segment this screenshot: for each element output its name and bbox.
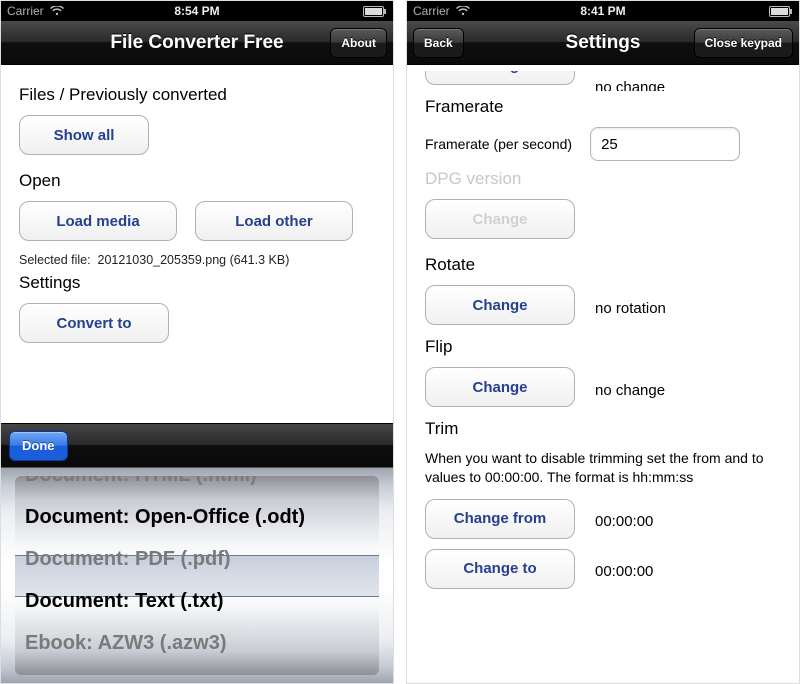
rotate-heading: Rotate <box>425 255 781 275</box>
settings-heading: Settings <box>19 273 375 293</box>
settings-content: Change no change Framerate Framerate (pe… <box>407 65 799 613</box>
close-keypad-button[interactable]: Close keypad <box>694 28 793 58</box>
show-all-button[interactable]: Show all <box>19 115 149 155</box>
value-label: no change <box>595 79 665 92</box>
framerate-heading: Framerate <box>425 97 781 117</box>
wifi-icon <box>456 6 470 16</box>
trim-to-value: 00:00:00 <box>595 563 653 580</box>
status-time: 8:41 PM <box>580 4 625 18</box>
picker-item[interactable]: Document: Open-Office (.odt) <box>15 496 379 538</box>
trim-heading: Trim <box>425 419 781 439</box>
change-button[interactable]: Change <box>425 71 575 85</box>
picker-item-selected[interactable]: Document: PDF (.pdf) <box>15 538 379 580</box>
flip-change-button[interactable]: Change <box>425 367 575 407</box>
rotate-value: no rotation <box>595 300 666 317</box>
load-other-button[interactable]: Load other <box>195 201 353 241</box>
trim-from-button[interactable]: Change from <box>425 499 575 539</box>
nav-bar: Back Settings Close keypad <box>407 21 799 65</box>
picker-item[interactable]: Document: HTML (.html) <box>15 476 379 496</box>
flip-heading: Flip <box>425 337 781 357</box>
battery-icon <box>363 6 387 17</box>
trim-help: When you want to disable trimming set th… <box>425 449 781 487</box>
picker-item[interactable]: Document: Text (.txt) <box>15 580 379 622</box>
picker-item[interactable]: Ebook: AZW3 (.azw3) <box>15 622 379 664</box>
flip-value: no change <box>595 382 665 399</box>
files-heading: Files / Previously converted <box>19 85 375 105</box>
format-picker[interactable]: Document: HTML (.html) Document: Open-Of… <box>1 467 393 683</box>
trim-from-value: 00:00:00 <box>595 513 653 530</box>
nav-bar: File Converter Free About <box>1 21 393 65</box>
rotate-change-button[interactable]: Change <box>425 285 575 325</box>
selected-file-label: Selected file: 20121030_205359.png (641.… <box>19 253 375 267</box>
screen-main: Carrier 8:54 PM File Converter Free Abou… <box>0 0 394 684</box>
status-time: 8:54 PM <box>174 4 219 18</box>
status-bar: Carrier 8:41 PM <box>407 1 799 21</box>
screen-settings: Carrier 8:41 PM Back Settings Close keyp… <box>406 0 800 684</box>
dpg-heading: DPG version <box>425 169 781 189</box>
about-button[interactable]: About <box>330 28 387 58</box>
partial-row: Change no change <box>425 71 781 91</box>
convert-to-button[interactable]: Convert to <box>19 303 169 343</box>
framerate-label: Framerate (per second) <box>425 136 572 152</box>
status-bar: Carrier 8:54 PM <box>1 1 393 21</box>
done-button[interactable]: Done <box>9 431 68 461</box>
carrier-label: Carrier <box>7 4 44 18</box>
page-title: File Converter Free <box>110 32 283 54</box>
picker-overlay: Done Document: HTML (.html) Document: Op… <box>1 423 393 683</box>
back-button[interactable]: Back <box>413 28 464 58</box>
page-title: Settings <box>566 32 641 54</box>
carrier-label: Carrier <box>413 4 450 18</box>
wifi-icon <box>50 6 64 16</box>
battery-icon <box>769 6 793 17</box>
load-media-button[interactable]: Load media <box>19 201 177 241</box>
picker-toolbar: Done <box>1 423 393 467</box>
framerate-input[interactable] <box>590 127 740 161</box>
main-content: Files / Previously converted Show all Op… <box>1 65 393 367</box>
open-heading: Open <box>19 171 375 191</box>
dpg-change-button: Change <box>425 199 575 239</box>
trim-to-button[interactable]: Change to <box>425 549 575 589</box>
